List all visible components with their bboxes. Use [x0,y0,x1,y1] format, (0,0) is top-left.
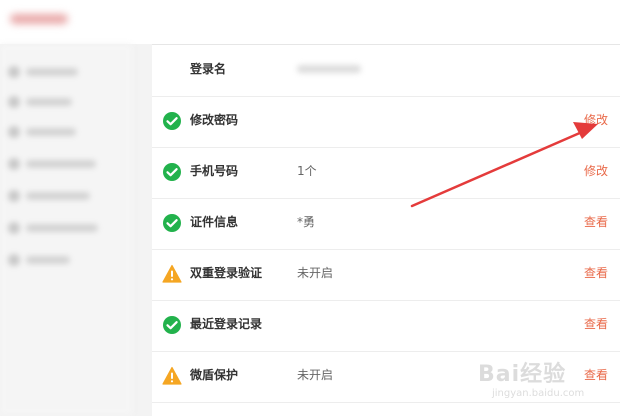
watermark: Bai经验 jingyan.baidu.com [478,352,618,412]
watermark-url: jingyan.baidu.com [492,388,585,399]
watermark-brand: Bai经验 [478,362,567,387]
